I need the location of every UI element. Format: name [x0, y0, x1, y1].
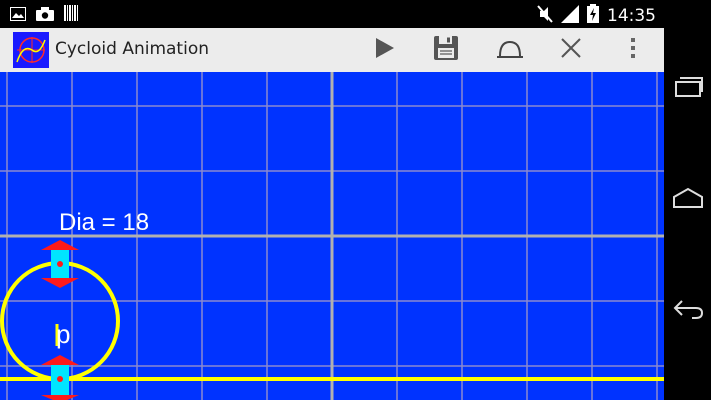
navigation-bar	[664, 0, 711, 400]
home-icon	[672, 187, 704, 213]
app-icon	[13, 32, 49, 68]
back-button[interactable]	[670, 293, 706, 329]
signal-icon	[561, 4, 579, 27]
cycloid-button[interactable]	[494, 34, 526, 66]
recent-apps-button[interactable]	[670, 71, 706, 107]
barcode-icon	[64, 5, 78, 25]
cycloid-canvas[interactable]: Dia = 18 p	[0, 72, 664, 400]
camera-icon	[36, 6, 54, 25]
image-icon	[10, 6, 26, 25]
save-icon	[433, 35, 459, 65]
overflow-menu-button[interactable]	[617, 34, 649, 66]
home-button[interactable]	[670, 182, 706, 218]
cycloid-drawing: Dia = 18 p	[0, 72, 664, 400]
close-button[interactable]	[555, 34, 587, 66]
battery-charging-icon	[587, 4, 599, 27]
play-icon	[372, 36, 396, 64]
close-icon	[560, 37, 582, 63]
action-bar: Cycloid Animation	[0, 28, 664, 73]
status-bar: 14:35	[0, 0, 664, 28]
clock: 14:35	[607, 5, 656, 26]
cycloid-icon	[495, 36, 525, 64]
mute-icon	[537, 4, 553, 27]
app-title: Cycloid Animation	[55, 39, 209, 59]
play-button[interactable]	[368, 34, 400, 66]
recent-apps-icon	[673, 76, 703, 102]
overflow-menu-icon	[630, 37, 636, 63]
diameter-label: Dia = 18	[59, 209, 149, 236]
save-button[interactable]	[430, 34, 462, 66]
point-label: p	[56, 319, 70, 349]
back-icon	[672, 298, 704, 324]
